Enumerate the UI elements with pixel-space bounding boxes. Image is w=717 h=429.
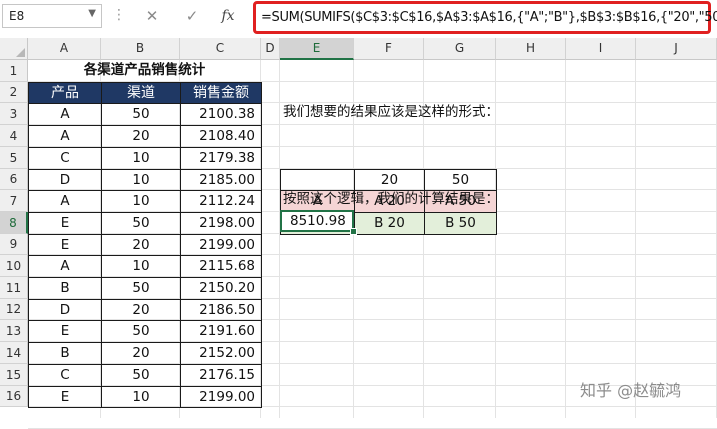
- row-header-12[interactable]: 12: [0, 299, 28, 320]
- confirm-formula-button[interactable]: ✓: [180, 5, 204, 27]
- row-header-7[interactable]: 7: [0, 190, 28, 212]
- table-cell[interactable]: A: [28, 255, 102, 278]
- table-cell[interactable]: A: [28, 190, 102, 213]
- column-header-e[interactable]: E: [280, 38, 354, 60]
- gridline-vertical: [565, 60, 566, 418]
- note-expected-form: 我们想要的结果应该是这样的形式：: [283, 104, 499, 120]
- table-cell[interactable]: 2150.20: [180, 277, 262, 300]
- cancel-formula-button[interactable]: ✕: [140, 5, 164, 27]
- table-cell[interactable]: E: [28, 386, 102, 408]
- matrix-header-cell[interactable]: 50: [424, 169, 497, 191]
- matrix-header-cell[interactable]: [280, 169, 355, 191]
- name-box[interactable]: E8 ▼: [2, 4, 102, 28]
- table-cell[interactable]: 2152.00: [180, 342, 262, 365]
- table-cell[interactable]: A: [28, 103, 102, 126]
- table-cell[interactable]: C: [28, 364, 102, 387]
- table-cell[interactable]: B: [28, 277, 102, 300]
- table-cell[interactable]: 2199.00: [180, 234, 262, 256]
- table-cell[interactable]: 2100.38: [180, 103, 262, 126]
- table-cell[interactable]: 50: [101, 320, 181, 343]
- row-header-10[interactable]: 10: [0, 255, 28, 277]
- row-header-13[interactable]: 13: [0, 320, 28, 342]
- fill-handle[interactable]: [350, 228, 357, 235]
- watermark: 知乎 @赵毓鸿: [580, 381, 682, 400]
- table-header-cell[interactable]: 产品: [28, 82, 102, 104]
- table-cell[interactable]: 50: [101, 212, 181, 235]
- matrix-header-cell[interactable]: 20: [354, 169, 425, 191]
- chevron-down-icon[interactable]: ▼: [88, 8, 96, 19]
- column-header-i[interactable]: I: [566, 38, 636, 60]
- row-header-5[interactable]: 5: [0, 147, 28, 169]
- table-header-cell[interactable]: 销售金额: [180, 82, 262, 104]
- row-header-4[interactable]: 4: [0, 125, 28, 147]
- table-cell[interactable]: B: [28, 342, 102, 365]
- column-header-c[interactable]: C: [180, 38, 261, 60]
- row-header-15[interactable]: 15: [0, 364, 28, 386]
- table-cell[interactable]: 2115.68: [180, 255, 262, 278]
- row-header-6[interactable]: 6: [0, 169, 28, 190]
- table-cell[interactable]: A: [28, 125, 102, 148]
- table-cell[interactable]: 2198.00: [180, 212, 262, 235]
- table-cell[interactable]: 2179.38: [180, 147, 262, 170]
- table-cell[interactable]: 10: [101, 169, 181, 191]
- select-all-button[interactable]: [0, 38, 28, 60]
- table-cell[interactable]: 20: [101, 234, 181, 256]
- gridline-vertical: [635, 60, 636, 418]
- row-header-16[interactable]: 16: [0, 386, 28, 407]
- table-cell[interactable]: E: [28, 320, 102, 343]
- formula-bar-area: E8 ▼ ⋮ ✕ ✓ fx =SUM(SUMIFS($C$3:$C$16,$A$…: [0, 0, 717, 38]
- row-header-9[interactable]: 9: [0, 234, 28, 255]
- table-cell[interactable]: C: [28, 147, 102, 170]
- row-header-8[interactable]: 8: [0, 212, 28, 234]
- select-all-triangle-icon: [16, 48, 25, 57]
- name-box-value: E8: [9, 9, 25, 23]
- formula-text: =SUM(SUMIFS($C$3:$C$16,$A$3:$A$16,{"A";"…: [261, 10, 717, 25]
- table-cell[interactable]: 2176.15: [180, 364, 262, 387]
- row-header-2[interactable]: 2: [0, 82, 28, 103]
- table-header-cell[interactable]: 渠道: [101, 82, 181, 104]
- table-cell[interactable]: 2112.24: [180, 190, 262, 213]
- matrix-cell[interactable]: B 50: [424, 212, 497, 235]
- row-header-1[interactable]: 1: [0, 60, 28, 82]
- row-header-11[interactable]: 11: [0, 277, 28, 299]
- column-header-f[interactable]: F: [354, 38, 424, 60]
- column-header-j[interactable]: J: [636, 38, 717, 60]
- row-header-3[interactable]: 3: [0, 103, 28, 125]
- table-cell[interactable]: 2191.60: [180, 320, 262, 343]
- table-cell[interactable]: 50: [101, 364, 181, 387]
- column-header-a[interactable]: A: [28, 38, 101, 60]
- table-title: 各渠道产品销售统计: [83, 62, 206, 78]
- column-header-b[interactable]: B: [101, 38, 180, 60]
- table-cell[interactable]: 20: [101, 342, 181, 365]
- table-cell[interactable]: D: [28, 169, 102, 191]
- table-cell[interactable]: 20: [101, 125, 181, 148]
- more-options-icon[interactable]: ⋮: [112, 7, 126, 23]
- column-header-d[interactable]: D: [261, 38, 280, 60]
- table-cell[interactable]: 10: [101, 190, 181, 213]
- formula-input[interactable]: =SUM(SUMIFS($C$3:$C$16,$A$3:$A$16,{"A";"…: [253, 1, 717, 34]
- note-result: 按照这个逻辑，我们的计算结果是：: [283, 191, 499, 207]
- gridline-vertical: [279, 60, 280, 418]
- table-cell[interactable]: 10: [101, 147, 181, 170]
- table-cell[interactable]: E: [28, 234, 102, 256]
- table-cell[interactable]: 2199.00: [180, 386, 262, 408]
- table-cell[interactable]: 10: [101, 255, 181, 278]
- column-header-g[interactable]: G: [424, 38, 496, 60]
- table-cell[interactable]: 50: [101, 103, 181, 126]
- table-cell[interactable]: D: [28, 299, 102, 321]
- table-cell[interactable]: 2185.00: [180, 169, 262, 191]
- matrix-cell[interactable]: B 20: [354, 212, 425, 235]
- row-header-14[interactable]: 14: [0, 342, 28, 364]
- active-cell-e8[interactable]: 8510.98: [280, 210, 354, 232]
- table-cell[interactable]: E: [28, 212, 102, 235]
- table-cell[interactable]: 2186.50: [180, 299, 262, 321]
- table-cell[interactable]: 10: [101, 386, 181, 408]
- table-cell[interactable]: 2108.40: [180, 125, 262, 148]
- table-cell[interactable]: 50: [101, 277, 181, 300]
- insert-function-button[interactable]: fx: [216, 5, 240, 27]
- table-cell[interactable]: 20: [101, 299, 181, 321]
- column-header-h[interactable]: H: [496, 38, 566, 60]
